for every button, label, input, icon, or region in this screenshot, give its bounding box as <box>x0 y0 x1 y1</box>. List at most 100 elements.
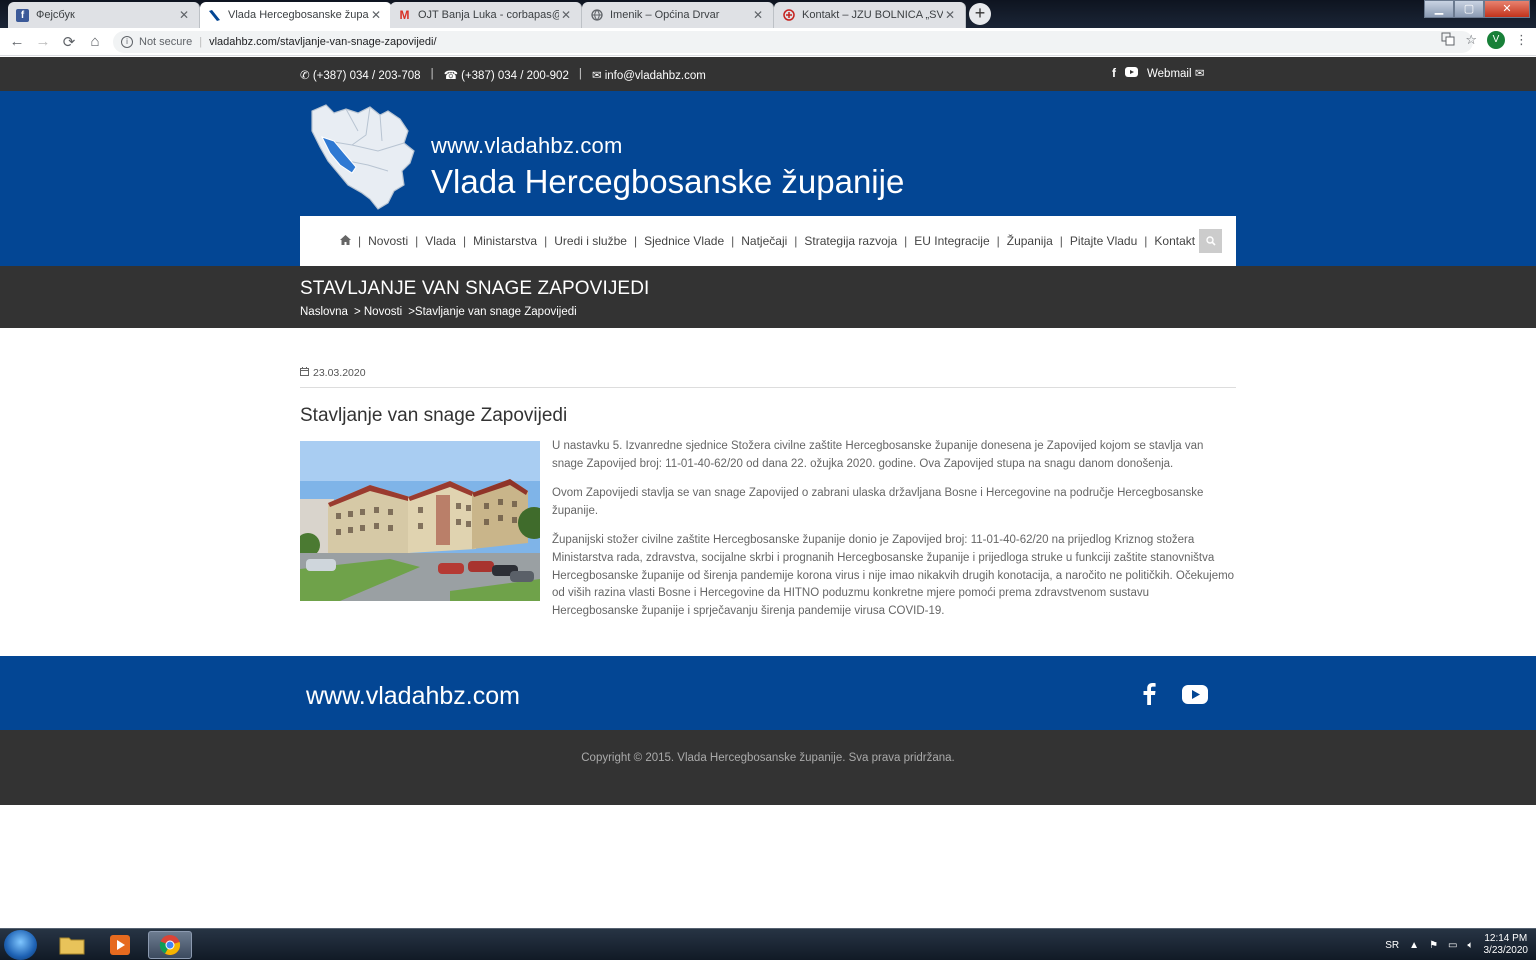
breadcrumb-novosti[interactable]: > Novosti <box>354 306 402 318</box>
webmail-label[interactable]: Webmail <box>1147 68 1192 80</box>
youtube-icon[interactable] <box>1182 684 1208 709</box>
clock[interactable]: 12:14 PM 3/23/2020 <box>1484 933 1529 957</box>
close-icon[interactable]: ✕ <box>943 8 957 22</box>
nav-item-zupanija[interactable]: | Županija <box>990 234 1053 248</box>
action-center-flag-icon[interactable]: ⚑ <box>1429 940 1438 951</box>
tab-bolnica[interactable]: Kontakt – JZU BOLNICA „SVETI V ✕ <box>774 2 966 28</box>
toolbar-right: ☆ V ⋮ <box>1441 31 1528 49</box>
language-indicator[interactable]: SR <box>1385 940 1399 951</box>
browser-tab-strip: f Фејсбук ✕ Vlada Hercegbosanske županij… <box>0 0 1536 28</box>
window-close-button[interactable]: ✕ <box>1484 0 1530 18</box>
nav-divider: | <box>1059 234 1063 248</box>
nav-label[interactable]: Natječaji <box>741 234 787 248</box>
media-player-taskbar-button[interactable] <box>98 931 142 959</box>
nav-divider: | <box>462 234 467 248</box>
envelope-icon: ✉ <box>591 70 602 82</box>
start-button[interactable] <box>4 930 37 960</box>
new-tab-button[interactable]: + <box>969 3 991 25</box>
facebook-icon[interactable]: f <box>1112 66 1116 80</box>
maximize-button[interactable]: ▢ <box>1454 0 1484 18</box>
divider: | <box>430 68 434 80</box>
nav-item-kontakt[interactable]: | Kontakt <box>1137 234 1195 248</box>
tab-gmail[interactable]: M OJT Banja Luka - corbapas@gma ✕ <box>390 2 582 28</box>
nav-divider: | <box>904 234 908 248</box>
nav-item-sjednice[interactable]: | Sjednice Vlade <box>627 234 724 248</box>
close-icon[interactable]: ✕ <box>177 8 191 22</box>
breadcrumb-home[interactable]: Naslovna <box>300 306 348 318</box>
clock-date: 3/23/2020 <box>1483 945 1529 956</box>
tray-expand-icon[interactable]: ▲ <box>1409 940 1419 951</box>
nav-item-natjecaji[interactable]: | Natječaji <box>724 234 787 248</box>
facebook-icon[interactable] <box>1142 683 1156 710</box>
nav-label[interactable]: Ministarstva <box>473 234 537 248</box>
back-button[interactable]: ← <box>4 33 30 50</box>
facebook-icon: f <box>16 8 29 22</box>
search-button[interactable] <box>1199 229 1222 253</box>
article-paragraph: U nastavku 5. Izvanredne sjednice Stožer… <box>552 440 1204 470</box>
url-text[interactable]: vladahbz.com/stavljanje-van-snage-zapovi… <box>209 36 436 48</box>
search-icon <box>1205 236 1216 246</box>
explorer-taskbar-button[interactable] <box>50 931 94 959</box>
address-bar: ← → ⟳ ⌂ i Not secure | vladahbz.com/stav… <box>0 28 1536 56</box>
tab-vlada[interactable]: Vlada Hercegbosanske županije ✕ <box>200 2 392 28</box>
header-site-url[interactable]: www.vladahbz.com <box>431 133 623 159</box>
nav-item-vlada[interactable]: | Vlada <box>408 234 456 248</box>
nav-label[interactable]: Vlada <box>425 234 456 248</box>
article-paragraph: Županijski stožer civilne zaštite Herceg… <box>552 534 1235 617</box>
close-icon[interactable]: ✕ <box>559 8 573 22</box>
forward-button[interactable]: → <box>30 33 56 50</box>
omnibox[interactable]: i Not secure | vladahbz.com/stavljanje-v… <box>113 31 1473 53</box>
translate-icon[interactable] <box>1441 32 1455 49</box>
nav-item-uredi[interactable]: | Uredi i službe <box>537 234 627 248</box>
info-icon[interactable]: i <box>121 36 133 48</box>
nav-label[interactable]: Sjednice Vlade <box>644 234 724 248</box>
profile-avatar[interactable]: V <box>1487 31 1505 49</box>
footer-site-url[interactable]: www.vladahbz.com <box>306 682 520 711</box>
header-site-name[interactable]: Vlada Hercegbosanske županije <box>431 163 904 201</box>
nav-item-novosti[interactable]: | Novosti <box>351 234 408 248</box>
tab-facebook[interactable]: f Фејсбук ✕ <box>8 2 200 28</box>
nav-label[interactable]: Uredi i službe <box>554 234 627 248</box>
reload-button[interactable]: ⟳ <box>56 33 82 51</box>
bookmark-star-icon[interactable]: ☆ <box>1465 32 1477 48</box>
nav-label[interactable]: Pitajte Vladu <box>1070 234 1137 248</box>
close-icon[interactable]: ✕ <box>369 8 383 22</box>
network-icon[interactable]: ▭ <box>1448 940 1457 951</box>
divider: | <box>578 68 582 80</box>
email-contact[interactable]: ✉ info@vladahbz.com <box>592 68 706 82</box>
home-icon[interactable] <box>340 234 351 248</box>
tab-title: Kontakt – JZU BOLNICA „SVETI V <box>802 9 943 21</box>
chrome-taskbar-button[interactable] <box>148 931 192 959</box>
home-button[interactable]: ⌂ <box>82 33 108 50</box>
nav-item-ministarstva[interactable]: | Ministarstva <box>456 234 537 248</box>
nav-item-pitajte[interactable]: | Pitajte Vladu <box>1053 234 1138 248</box>
close-icon[interactable]: ✕ <box>751 8 765 22</box>
main-navigation: | Novosti | Vlada | Ministarstva | Uredi i s… <box>300 216 1236 266</box>
menu-dots-icon[interactable]: ⋮ <box>1515 32 1528 48</box>
contact-info: ✆ (+387) 034 / 203-708 | ☎ (+387) 034 / … <box>300 68 706 82</box>
nav-label[interactable]: Kontakt <box>1154 234 1195 248</box>
nav-item-eu[interactable]: | EU Integracije <box>897 234 990 248</box>
envelope-icon: ✉ <box>1194 68 1205 80</box>
tab-imenik[interactable]: Imenik – Općina Drvar ✕ <box>582 2 774 28</box>
minimize-button[interactable]: ▁ <box>1424 0 1454 18</box>
nav-label[interactable]: EU Integracije <box>914 234 989 248</box>
youtube-icon[interactable] <box>1125 66 1138 80</box>
nav-label[interactable]: Novosti <box>368 234 408 248</box>
bih-map-logo[interactable] <box>308 101 420 216</box>
article-title: Stavljanje van snage Zapovijedi <box>300 405 568 426</box>
nav-label[interactable]: Strategija razvoja <box>804 234 897 248</box>
article-body: U nastavku 5. Izvanredne sjednice Stožer… <box>552 438 1236 632</box>
windows-taskbar: SR ▲ ⚑ ▭ 🔈︎ 12:14 PM 3/23/2020 <box>0 928 1536 960</box>
nav-label[interactable]: Županija <box>1007 234 1053 248</box>
webmail-link[interactable]: Webmail ✉ <box>1147 66 1204 80</box>
email-link[interactable]: info@vladahbz.com <box>605 70 706 82</box>
window-controls: ▁ ▢ ✕ <box>1424 0 1530 18</box>
nav-item-strategija[interactable]: | Strategija razvoja <box>787 234 897 248</box>
volume-icon[interactable]: 🔈︎ <box>1468 940 1474 951</box>
nav-home[interactable] <box>340 234 351 248</box>
tab-title: OJT Banja Luka - corbapas@gma <box>418 9 559 21</box>
nav-divider: | <box>731 234 735 248</box>
page-title: STAVLJANJE VAN SNAGE ZAPOVIJEDI <box>300 278 650 299</box>
nav-divider: | <box>794 234 798 248</box>
